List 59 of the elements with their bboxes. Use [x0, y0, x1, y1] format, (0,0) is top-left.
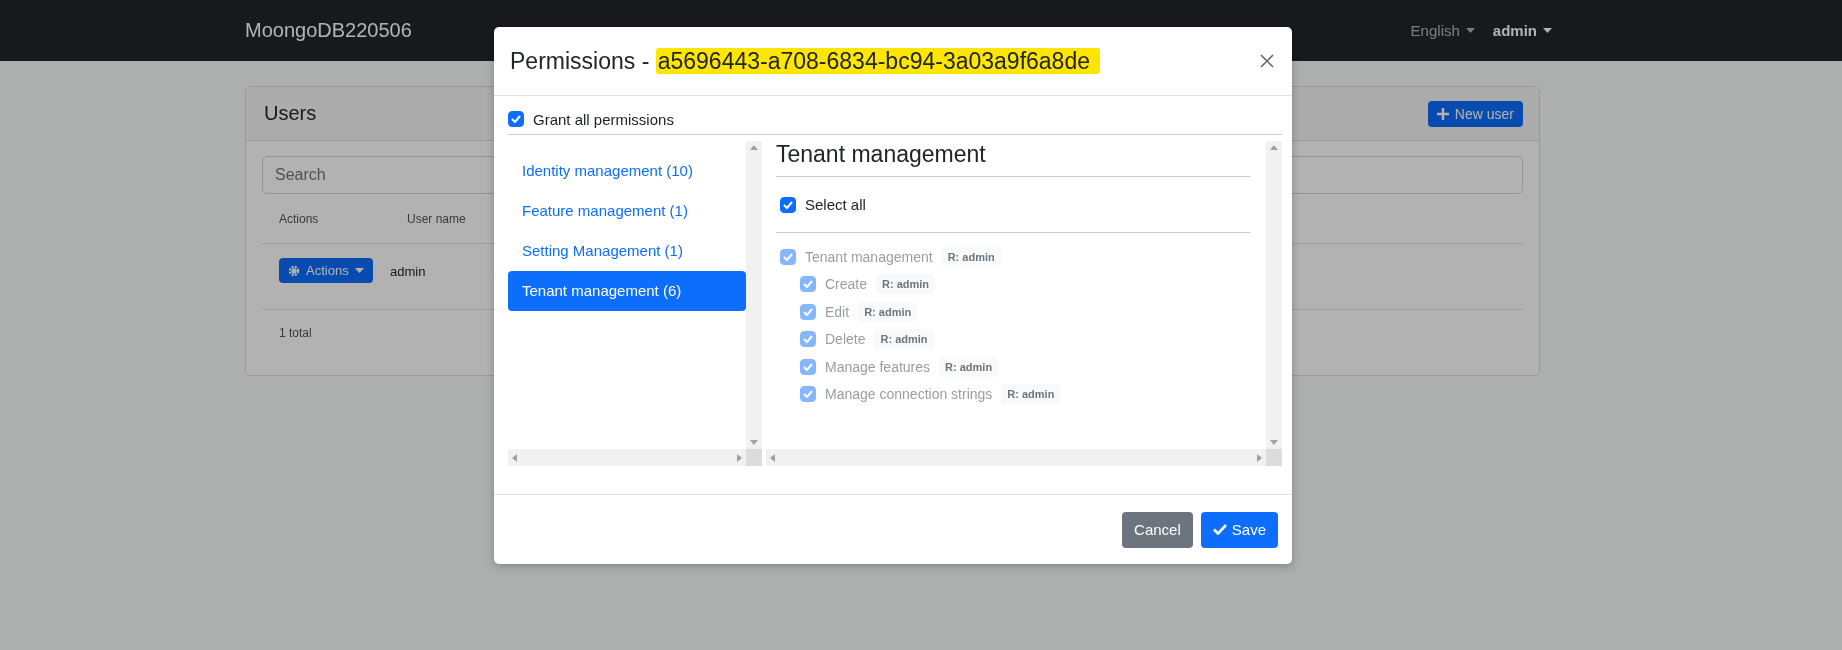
actions-button[interactable]: Actions: [279, 258, 373, 283]
role-tag: R: admin: [941, 246, 1001, 267]
check-icon: [803, 280, 813, 289]
scroll-left-icon[interactable]: [512, 453, 517, 462]
scroll-down-icon[interactable]: [1270, 440, 1278, 445]
total-count: 1 total: [279, 326, 312, 340]
check-icon: [783, 200, 793, 209]
permission-label: Manage features: [825, 358, 931, 375]
check-icon: [803, 335, 813, 344]
checkbox[interactable]: [508, 111, 524, 127]
dialog-title: Permissions - a5696443-a708-6834-bc94-3a03a9f6a8de: [510, 47, 1100, 75]
scroll-right-icon[interactable]: [1257, 453, 1262, 462]
permission-group-tab[interactable]: Identity management (10): [508, 151, 746, 191]
checkbox-label: Grant all permissions: [533, 110, 674, 128]
caret-icon: [354, 268, 364, 273]
check-icon: [1212, 524, 1227, 535]
language-menu[interactable]: English: [1410, 22, 1475, 39]
scrollbar[interactable]: [766, 449, 1266, 466]
checkbox[interactable]: [780, 196, 796, 213]
role-tag: R: admin: [939, 356, 999, 377]
permission-group-tab[interactable]: Setting Management (1): [508, 231, 746, 271]
scrollbar-corner: [1266, 449, 1282, 466]
plus-icon: [1436, 107, 1449, 120]
caret-icon: [1543, 28, 1552, 33]
permission-label: Edit: [825, 303, 850, 320]
scrollbar[interactable]: [508, 449, 746, 466]
scroll-up-icon[interactable]: [1270, 145, 1278, 150]
check-icon: [803, 362, 813, 371]
user-menu[interactable]: admin: [1492, 22, 1552, 39]
column-header[interactable]: Actions: [262, 211, 390, 226]
cancel-button[interactable]: Cancel: [1122, 511, 1193, 548]
scroll-up-icon[interactable]: [750, 145, 758, 150]
permission-label: Tenant management: [805, 248, 933, 265]
check-icon: [803, 307, 813, 316]
role-tag: R: admin: [874, 329, 934, 350]
save-button[interactable]: Save: [1200, 511, 1278, 548]
scrollbar[interactable]: [746, 141, 762, 449]
scroll-down-icon[interactable]: [750, 440, 758, 445]
gear-icon: [288, 264, 300, 277]
permission-label: Manage connection strings: [825, 386, 993, 403]
check-icon: [783, 252, 793, 261]
table-cell-text: admin: [390, 263, 427, 279]
scrollbar-corner: [746, 449, 762, 466]
check-icon: [511, 115, 521, 123]
panel-title: Tenant management: [776, 141, 1250, 177]
permission-label: Delete: [825, 331, 866, 348]
card-title: Users: [264, 102, 317, 125]
permission-label: Create: [825, 276, 868, 293]
role-tag: R: admin: [858, 301, 918, 322]
permission-group-tab[interactable]: Feature management (1): [508, 191, 746, 231]
scroll-left-icon[interactable]: [770, 453, 775, 462]
scroll-right-icon[interactable]: [737, 453, 742, 462]
check-icon: [803, 390, 813, 399]
new-user-button[interactable]: New user: [1427, 100, 1523, 127]
role-tag: R: admin: [1001, 384, 1061, 405]
checkbox-label: Select all: [805, 196, 866, 213]
permission-group-tab[interactable]: Tenant management (6): [508, 271, 746, 311]
role-tag: R: admin: [876, 274, 936, 295]
scrollbar[interactable]: [1266, 141, 1282, 449]
